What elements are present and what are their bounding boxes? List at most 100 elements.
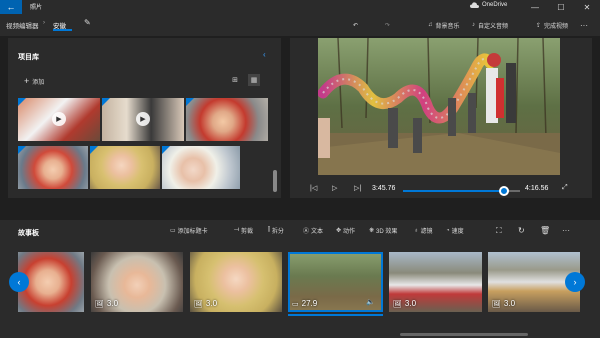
chevron-right-icon: › (573, 277, 577, 287)
fullscreen-button[interactable]: ⤢ (562, 184, 568, 192)
scroll-right-button[interactable]: › (565, 272, 585, 292)
motion-button[interactable]: ✥ 动作 (336, 226, 355, 235)
rotate-button[interactable]: ↻ (518, 226, 525, 235)
chevron-left-icon: ‹ (263, 50, 266, 59)
export-icon: ⇪ (536, 22, 542, 29)
grid-large-icon: ⊞ (232, 77, 238, 84)
title-bar (0, 0, 600, 14)
video-frame (318, 38, 560, 175)
redo-button[interactable]: ↷ (385, 18, 390, 32)
undo-button[interactable]: ↶ (353, 18, 358, 32)
view-small-grid-button[interactable]: ▦ (248, 74, 260, 86)
trim-button[interactable]: ⟞ 剪裁 (234, 226, 253, 235)
add-title-card-label: 添加标题卡 (177, 229, 208, 235)
chevron-left-icon: ‹ (17, 277, 21, 287)
onedrive-status[interactable]: OneDrive (470, 2, 507, 8)
clip-duration: 3.0 (404, 299, 417, 308)
breadcrumb-separator: › (43, 20, 45, 26)
play-button[interactable]: ▷ (332, 184, 337, 192)
audio-icon: ♪ (472, 22, 475, 28)
text-button[interactable]: Ⓐ 文本 (303, 226, 323, 235)
library-thumbnail[interactable]: ▶ (102, 98, 184, 141)
storyboard-title: 故事板 (18, 230, 39, 237)
selected-marker (102, 98, 110, 106)
split-button[interactable]: ⫿ 拆分 (268, 226, 284, 235)
music-icon: ♫ (428, 22, 433, 28)
rotate-icon: ↻ (518, 226, 525, 235)
resize-icon: ⛶ (496, 226, 502, 235)
current-time: 3:45.76 (372, 185, 396, 192)
library-thumbnail[interactable]: ▶ (18, 98, 100, 141)
library-scrollbar[interactable] (273, 170, 277, 192)
delete-button[interactable]: 🗑 (540, 226, 550, 235)
minimize-button[interactable]: — (522, 0, 548, 14)
clip-duration: 3.0 (503, 299, 516, 308)
3d-effects-label: 3D 效果 (376, 229, 398, 235)
photo-icon: 🖼 (393, 300, 402, 308)
maximize-button[interactable]: ☐ (548, 0, 574, 14)
selected-marker (186, 98, 194, 106)
motion-label: 动作 (343, 229, 356, 235)
storyboard-clip[interactable]: 🖼 3.0 (91, 252, 183, 312)
storyboard-clip[interactable]: 🖼 3.0 (190, 252, 282, 312)
photo-icon: 🖼 (95, 300, 104, 308)
3d-icon: ❋ (369, 228, 375, 234)
clip-duration: 3.0 (106, 299, 119, 308)
add-media-button[interactable]: + 添加 (24, 76, 44, 86)
next-frame-button[interactable]: ▷| (354, 184, 361, 192)
play-icon: ▷ (332, 185, 338, 192)
photo-icon: 🖼 (492, 300, 501, 308)
speed-button[interactable]: ◔ 速度 (446, 226, 464, 236)
3d-effects-button[interactable]: ❋ 3D 效果 (369, 226, 397, 235)
play-icon: ▶ (136, 112, 150, 126)
finish-video-button[interactable]: ⇪ 完成视频 (536, 18, 568, 32)
storyboard-more-button[interactable]: ··· (562, 226, 570, 235)
storyboard-scrollbar[interactable] (400, 333, 528, 336)
grid-small-icon: ▦ (250, 77, 258, 84)
breadcrumb-parent[interactable]: 视频编辑器 (6, 20, 39, 30)
plus-icon: + (24, 76, 30, 86)
clip-selection-underline (288, 314, 383, 316)
library-thumbnail[interactable] (186, 98, 268, 141)
play-icon: ▶ (52, 112, 66, 126)
clip-duration-label: 🖼 3.0 (95, 299, 118, 308)
filters-button[interactable]: ♁ 滤镜 (414, 226, 433, 236)
add-media-label: 添加 (32, 79, 45, 86)
library-thumbnail[interactable] (162, 146, 240, 189)
video-preview[interactable] (318, 38, 560, 175)
back-button[interactable]: ← (0, 0, 22, 14)
text-icon: Ⓐ (303, 229, 310, 235)
library-thumbnail[interactable] (18, 146, 88, 189)
seek-bar-thumb[interactable] (498, 186, 509, 196)
custom-audio-button[interactable]: ♪ 自定义音频 (472, 18, 508, 32)
prev-frame-icon: |◁ (310, 185, 318, 192)
background-music-button[interactable]: ♫ 背景音乐 (428, 18, 460, 32)
back-icon: ← (6, 2, 16, 12)
selected-marker (18, 98, 26, 106)
next-frame-icon: ▷| (354, 185, 362, 192)
selected-marker (90, 146, 98, 154)
add-title-card-button[interactable]: ▭ 添加标题卡 (170, 226, 208, 235)
close-button[interactable]: ✕ (574, 0, 600, 14)
onedrive-label: OneDrive (482, 2, 508, 8)
undo-icon: ↶ (353, 22, 359, 29)
selected-marker (18, 146, 26, 154)
photo-icon: 🖼 (194, 300, 203, 308)
collapse-library-button[interactable]: ‹ (263, 50, 266, 59)
split-icon: ⫿ (268, 227, 270, 233)
trim-icon: ⟞ (234, 227, 239, 233)
view-large-grid-button[interactable]: ⊞ (229, 74, 241, 86)
speed-icon: ◔ (446, 227, 450, 234)
clip-duration: 3.0 (205, 299, 218, 308)
clip-selection-border (288, 252, 383, 312)
more-button[interactable]: ··· (580, 18, 588, 32)
background-music-label: 背景音乐 (435, 23, 460, 30)
scroll-left-button[interactable]: ‹ (9, 272, 29, 292)
text-label: 文本 (311, 229, 324, 235)
resize-button[interactable]: ⛶ (496, 226, 502, 236)
library-thumbnail[interactable] (90, 146, 160, 189)
storyboard-clip[interactable]: 🖼 3.0 (389, 252, 482, 312)
pencil-icon[interactable]: ✎ (84, 18, 91, 27)
filter-icon: ♁ (414, 227, 419, 234)
prev-frame-button[interactable]: |◁ (310, 184, 317, 192)
